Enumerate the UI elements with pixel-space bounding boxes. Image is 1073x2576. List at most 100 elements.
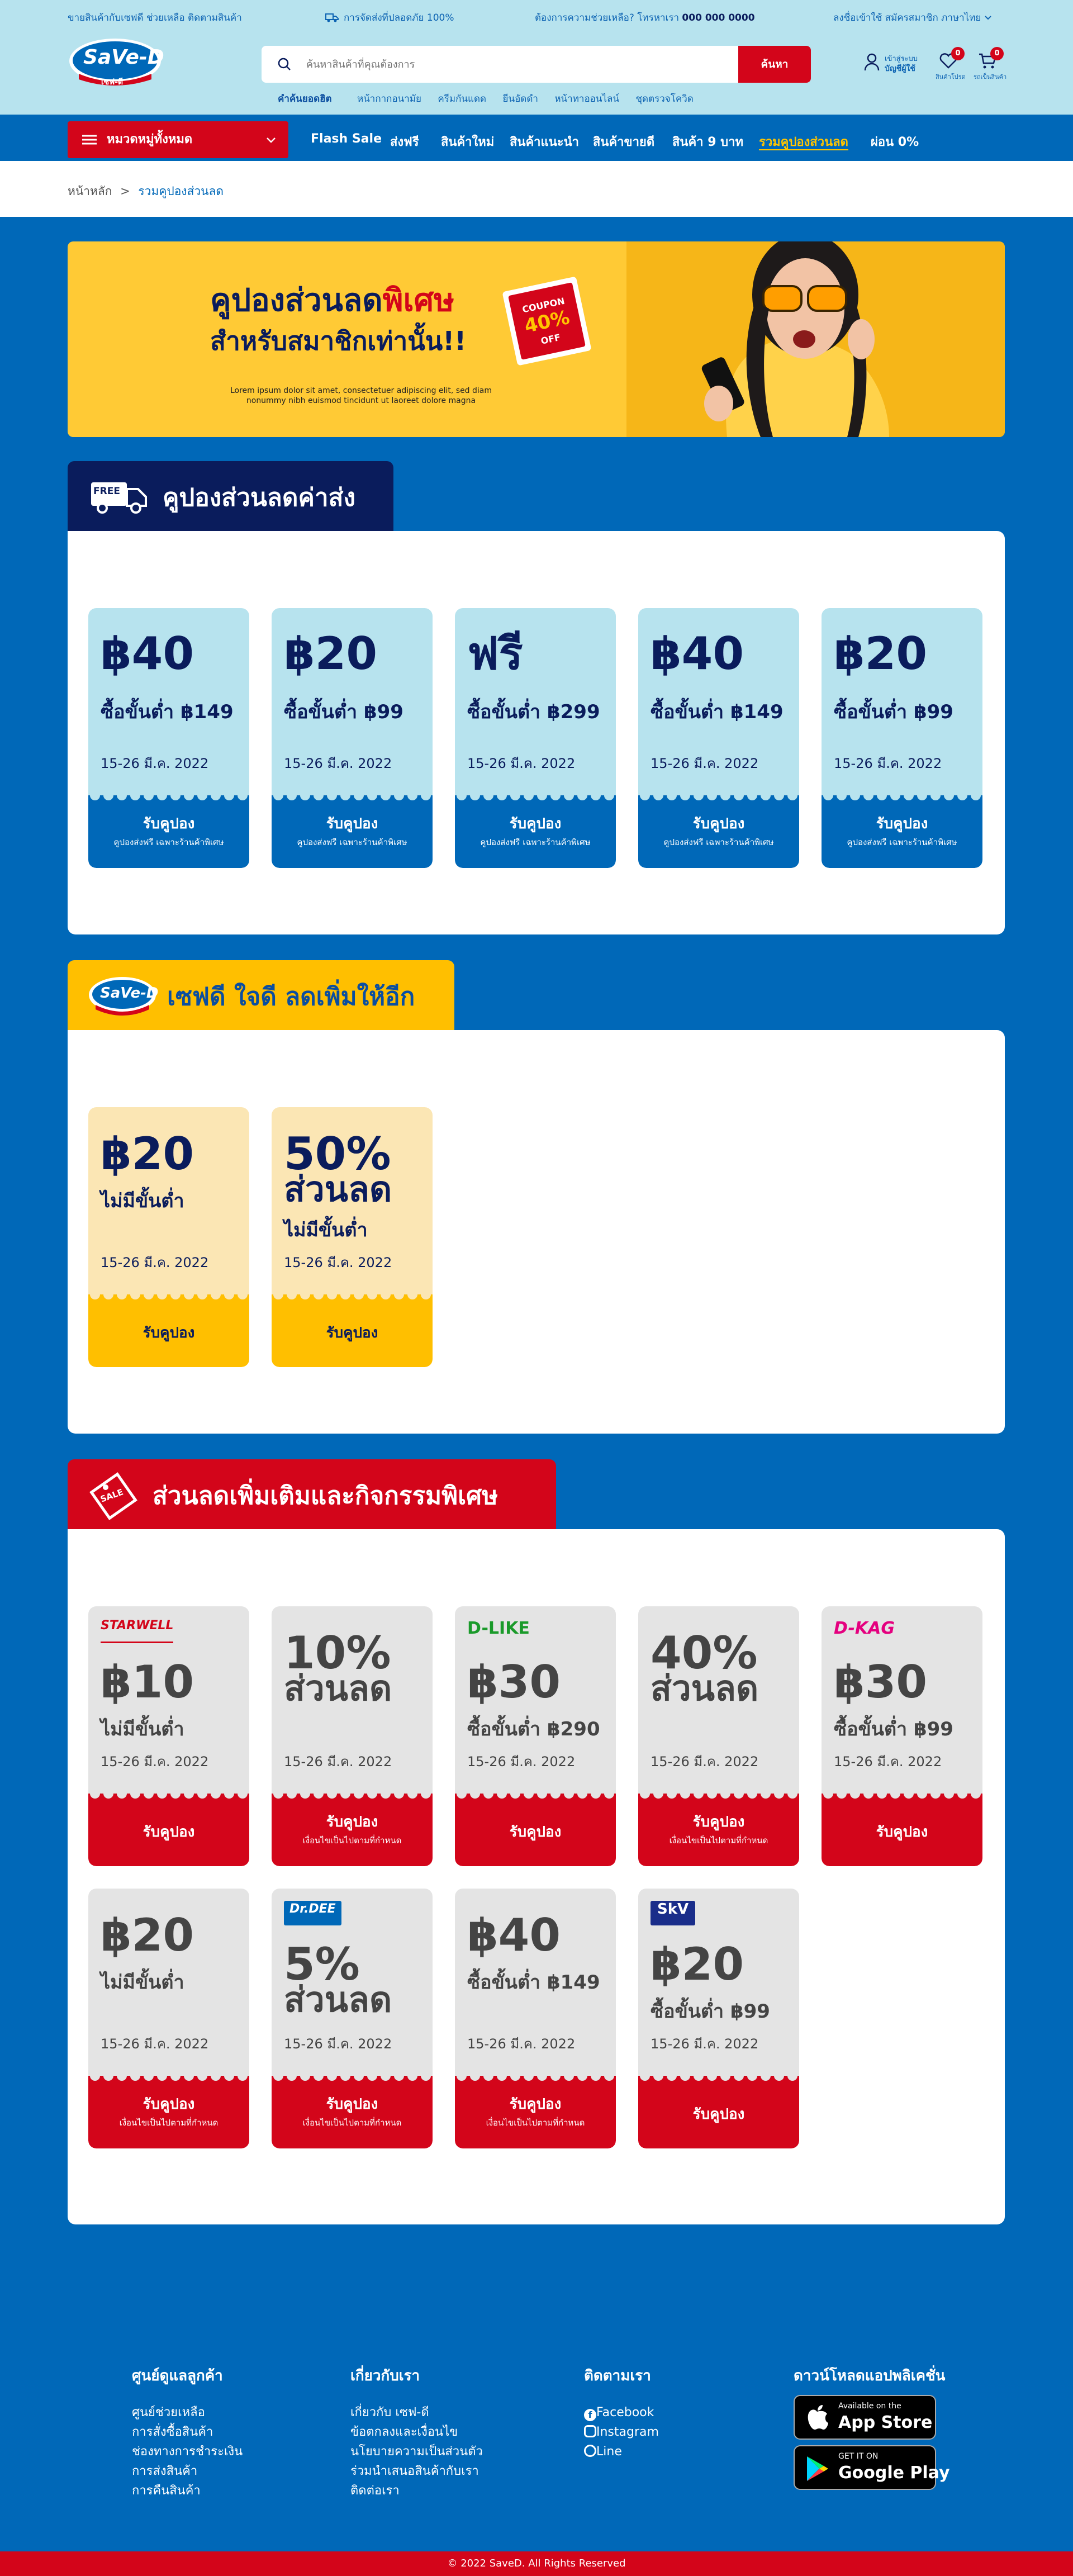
get-coupon-button[interactable]: รับคูปอง (88, 1789, 249, 1866)
get-coupon-button[interactable]: รับคูปอง คูปองส่งฟรี เฉพาะร้านค้าพิเศษ (88, 790, 249, 868)
get-coupon-button[interactable]: รับคูปอง คูปองส่งฟรี เฉพาะร้านค้าพิเศษ (272, 790, 433, 868)
google-play-button[interactable]: GET IT ON Google Play (794, 2445, 950, 2490)
coupon-condition: ไม่มีขั้นต่ำ (101, 1718, 184, 1740)
coupon-condition: ซื้อขั้นต่ำ ฿99 (651, 2000, 770, 2023)
footer-link[interactable]: การสั่งซื้อสินค้า (132, 2422, 243, 2442)
breadcrumb-home[interactable]: หน้าหลัก (68, 184, 112, 198)
coupon-card-body: SkV ฿20 ซื้อขั้นต่ำ ฿99 15-26 มี.ค. 2022 (638, 1889, 799, 2076)
coupon-condition: ไม่มีขั้นต่ำ (101, 1971, 184, 1994)
popular-item[interactable]: หน้ากากอนามัย (357, 93, 421, 105)
coupon-date: 15-26 มี.ค. 2022 (284, 2036, 392, 2052)
get-coupon-button[interactable]: รับคูปองเงื่อนไขเป็นไปตามที่กำหนด (272, 2071, 433, 2148)
footer-heading: ติดตามเรา (584, 2368, 651, 2384)
footer-link[interactable]: ช่องทางการชำระเงิน (132, 2442, 243, 2461)
get-coupon-button[interactable]: รับคูปอง (272, 1289, 433, 1367)
nav-new-products[interactable]: สินค้าใหม่ (441, 132, 494, 151)
footer-follow: ติดตามเรา f Facebook Instagram Line (584, 2364, 659, 2461)
get-coupon-button[interactable]: รับคูปอง (88, 1289, 249, 1367)
get-coupon-label: รับคูปอง (692, 1814, 745, 1830)
popular-label: คำค้นยอดฮิต (278, 93, 332, 105)
nav-9-baht[interactable]: สินค้า 9 บาท (672, 132, 743, 151)
site-header: ขายสินค้ากับเซฟดี ช่วยเหลือ ติดตามสินค้า… (0, 0, 1073, 115)
get-coupon-button[interactable]: รับคูปอง (638, 2071, 799, 2148)
categories-dropdown[interactable]: หมวดหมู่ทั้งหมด (68, 121, 288, 158)
get-coupon-button[interactable]: รับคูปอง คูปองส่งฟรี เฉพาะร้านค้าพิเศษ (455, 790, 616, 868)
truck-icon (325, 13, 339, 22)
get-coupon-button[interactable]: รับคูปอง (455, 1789, 616, 1866)
popular-item[interactable]: หน้าทาออนไลน์ (554, 93, 619, 105)
breadcrumb: หน้าหลัก > รวมคูปองส่วนลด (0, 161, 1073, 217)
coupon-card: Dr.DEE 5% ส่วนลด 15-26 มี.ค. 2022 รับคูปอง เง… (272, 1889, 433, 2148)
coupon-card-body: ฿20 ซื้อขั้นต่ำ ฿99 15-26 มี.ค. 2022 (822, 608, 982, 795)
brand-logo: SkV (651, 1901, 696, 1925)
popular-item[interactable]: ครีมกันแดด (438, 93, 486, 105)
coupon-card-body: STARWELL ฿10 ไม่มีขั้นต่ำ 15-26 มี.ค. 2022 (88, 1606, 249, 1794)
get-coupon-button[interactable]: รับคูปอง เงื่อนไขเป็นไปตามที่กำหนด (455, 2071, 616, 2148)
nav-coupons[interactable]: รวมคูปองส่วนลด (759, 132, 848, 151)
coupon-note: เงื่อนไขเป็นไปตามที่กำหนด (486, 2118, 585, 2128)
shipping-note: การจัดส่งที่ปลอดภัย 100% (325, 10, 454, 25)
footer-link[interactable]: การคืนสินค้า (132, 2481, 243, 2501)
get-coupon-button[interactable]: รับคูปอง เงื่อนไขเป็นไปตามที่กำหนด (272, 1789, 433, 1866)
line-link[interactable]: Line (584, 2442, 659, 2461)
account-label: บัญชีผู้ใช้ (885, 64, 915, 73)
instagram-icon (584, 2425, 596, 2437)
breadcrumb-separator: > (120, 184, 130, 198)
facebook-link[interactable]: f Facebook (584, 2403, 659, 2422)
footer-link[interactable]: เกี่ยวกับ เซฟ-ดี (350, 2403, 483, 2422)
shipping-coupons-tab: FREE คูปองส่วนลดค่าส่ง (68, 461, 393, 533)
nav-free-shipping[interactable]: ส่งฟรี (390, 132, 419, 151)
coupon-value: ฿30 (467, 1656, 561, 1708)
coupon-card-body: D-LIKE ฿30 ซื้อขั้นต่ำ ฿290 15-26 มี.ค. 202… (455, 1606, 616, 1794)
footer-link[interactable]: ศูนย์ช่วยเหลือ (132, 2403, 243, 2422)
coupon-note: คูปองส่งฟรี เฉพาะร้านค้าพิเศษ (663, 837, 774, 847)
nav-installment[interactable]: ผ่อน 0% (871, 132, 919, 151)
get-coupon-label: รับคูปอง (143, 1824, 195, 1840)
get-coupon-label: รับคูปอง (326, 1814, 378, 1830)
footer-heading: เกี่ยวกับเรา (350, 2368, 420, 2384)
get-coupon-button[interactable]: รับคูปอง เงื่อนไขเป็นไปตามที่กำหนด (638, 1789, 799, 1866)
footer-link[interactable]: ข้อตกลงและเงื่อนไข (350, 2422, 483, 2442)
coupon-card-body: ฿20 ซื้อขั้นต่ำ ฿99 15-26 มี.ค. 2022 (272, 608, 433, 795)
coupon-card-body: ฿40 ซื้อขั้นต่ำ ฿149 15-26 มี.ค. 2022 (455, 1889, 616, 2076)
get-coupon-button[interactable]: รับคูปอง คูปองส่งฟรี เฉพาะร้านค้าพิเศษ (638, 790, 799, 868)
get-coupon-button[interactable]: รับคูปอง (822, 1789, 982, 1866)
coupon-card-body: ฿20 ไม่มีขั้นต่ำ 15-26 มี.ค. 2022 (88, 1107, 249, 1294)
promo-banner[interactable]: คูปองส่วนลดพิเศษ สำหรับสมาชิกเท่านั้น!! … (68, 241, 1005, 437)
get-coupon-label: รับคูปอง (143, 2096, 195, 2113)
seller-links[interactable]: ขายสินค้ากับเซฟดี ช่วยเหลือ ติดตามสินค้า (68, 10, 242, 25)
get-coupon-label: รับคูปอง (326, 2096, 378, 2113)
footer-link[interactable]: ติดต่อเรา (350, 2481, 483, 2501)
coupon-condition: ซื้อขั้นต่ำ ฿149 (651, 701, 784, 723)
coupon-note: คูปองส่งฟรี เฉพาะร้านค้าพิเศษ (847, 837, 957, 847)
site-logo[interactable]: SaVe-D เซฟ-ดี (68, 36, 164, 92)
coupon-note: เงื่อนไขเป็นไปตามที่กำหนด (302, 2118, 402, 2128)
get-coupon-button[interactable]: รับคูปอง คูปองส่งฟรี เฉพาะร้านค้าพิเศษ (822, 790, 982, 868)
account-links-text[interactable]: ลงชื่อเข้าใช้ สมัครสมาชิก ภาษาไทย (833, 12, 981, 23)
coupon-date: 15-26 มี.ค. 2022 (834, 1754, 942, 1769)
coupon-condition: ไม่มีขั้นต่ำ (284, 1219, 368, 1241)
search-input[interactable] (306, 46, 697, 83)
footer-link[interactable]: นโยบายความเป็นส่วนตัว (350, 2442, 483, 2461)
section-title: คูปองส่วนลดค่าส่ง (163, 483, 355, 512)
popular-item[interactable]: ยีนอัดดำ (503, 93, 538, 105)
phone-number[interactable]: 000 000 0000 (682, 12, 754, 23)
get-coupon-label: รับคูปอง (326, 815, 378, 832)
footer-link[interactable]: ร่วมนำเสนอสินค้ากับเรา (350, 2461, 483, 2481)
coupon-value-label: ส่วนลด (284, 1169, 392, 1209)
popular-item[interactable]: ชุดตรวจโควิด (636, 93, 694, 105)
instagram-label: Instagram (596, 2425, 659, 2439)
coupon-note: คูปองส่งฟรี เฉพาะร้านค้าพิเศษ (113, 837, 224, 847)
account-links[interactable]: ลงชื่อเข้าใช้ สมัครสมาชิก ภาษาไทย (833, 10, 992, 25)
app-store-button[interactable]: Available on the App Store (794, 2395, 936, 2440)
coupon-date: 15-26 มี.ค. 2022 (284, 1255, 392, 1270)
nav-flash-sale[interactable]: Flash Sale (311, 132, 382, 146)
search-button[interactable]: ค้นหา (738, 46, 811, 83)
footer-link[interactable]: การส่งสินค้า (132, 2461, 243, 2481)
footer-heading: ศูนย์ดูแลลูกค้า (132, 2368, 223, 2384)
nav-best-sellers[interactable]: สินค้าขายดี (593, 132, 654, 151)
banner-title-accent: พิเศษ (382, 282, 455, 319)
instagram-link[interactable]: Instagram (584, 2422, 659, 2442)
nav-recommended[interactable]: สินค้าแนะนำ (510, 132, 579, 151)
get-coupon-button[interactable]: รับคูปอง เงื่อนไขเป็นไปตามที่กำหนด (88, 2071, 249, 2148)
